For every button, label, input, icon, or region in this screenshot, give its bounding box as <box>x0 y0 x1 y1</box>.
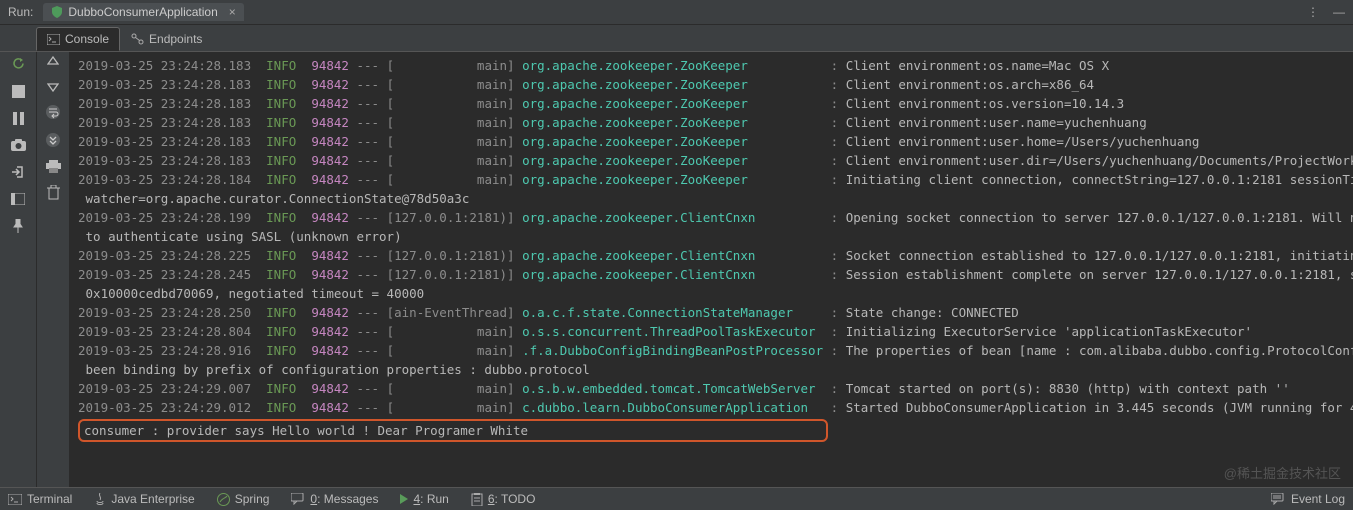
up-icon[interactable] <box>47 56 59 68</box>
terminal-icon <box>8 494 22 505</box>
scroll-end-icon[interactable] <box>45 132 61 148</box>
run-label: Run: <box>8 5 33 19</box>
camera-icon[interactable] <box>11 139 26 151</box>
tab-console[interactable]: Console <box>36 27 120 51</box>
exit-icon[interactable] <box>11 165 25 179</box>
messages-icon <box>291 493 305 505</box>
run-config-tab[interactable]: DubboConsumerApplication × <box>43 3 243 21</box>
console-toolbar <box>37 52 70 492</box>
main: 2019-03-25 23:24:28.183 INFO 94842 --- [… <box>0 52 1353 492</box>
run-header: Run: DubboConsumerApplication × ⋮ — <box>0 0 1353 25</box>
status-bar: Terminal Java Enterprise Spring 0: Messa… <box>0 487 1353 510</box>
spring-icon <box>217 493 230 506</box>
status-run[interactable]: 4: Run <box>400 492 448 506</box>
status-terminal[interactable]: Terminal <box>8 492 72 506</box>
status-event-log[interactable]: Event Log <box>1271 492 1345 506</box>
menu-dots-icon[interactable]: ⋮ <box>1307 5 1319 19</box>
event-log-icon <box>1271 493 1285 505</box>
console-icon <box>47 34 60 45</box>
tab-endpoints[interactable]: Endpoints <box>120 27 213 51</box>
trash-icon[interactable] <box>47 185 60 200</box>
rerun-icon[interactable] <box>11 56 26 71</box>
status-spring[interactable]: Spring <box>217 492 270 506</box>
tab-bar: Console Endpoints <box>0 25 1353 52</box>
down-icon[interactable] <box>47 80 59 92</box>
pin-icon[interactable] <box>13 219 23 233</box>
todo-icon <box>471 493 483 506</box>
soft-wrap-icon[interactable] <box>45 104 61 120</box>
stop-icon[interactable] <box>12 85 25 98</box>
run-config-name: DubboConsumerApplication <box>68 5 217 19</box>
layout-icon[interactable] <box>11 193 25 205</box>
play-icon <box>400 494 408 504</box>
shield-icon <box>51 6 63 18</box>
java-icon <box>94 493 106 506</box>
console-output[interactable]: 2019-03-25 23:24:28.183 INFO 94842 --- [… <box>70 52 1353 492</box>
tab-console-label: Console <box>65 32 109 46</box>
endpoints-icon <box>131 33 144 45</box>
pause-icon[interactable] <box>12 112 25 125</box>
run-toolbar <box>0 52 37 492</box>
print-icon[interactable] <box>46 160 61 173</box>
tab-endpoints-label: Endpoints <box>149 32 202 46</box>
close-icon[interactable]: × <box>229 5 236 19</box>
minimize-icon[interactable]: — <box>1333 5 1345 19</box>
status-todo[interactable]: 6: TODO <box>471 492 536 506</box>
status-java-enterprise[interactable]: Java Enterprise <box>94 492 194 506</box>
status-messages[interactable]: 0: Messages <box>291 492 378 506</box>
